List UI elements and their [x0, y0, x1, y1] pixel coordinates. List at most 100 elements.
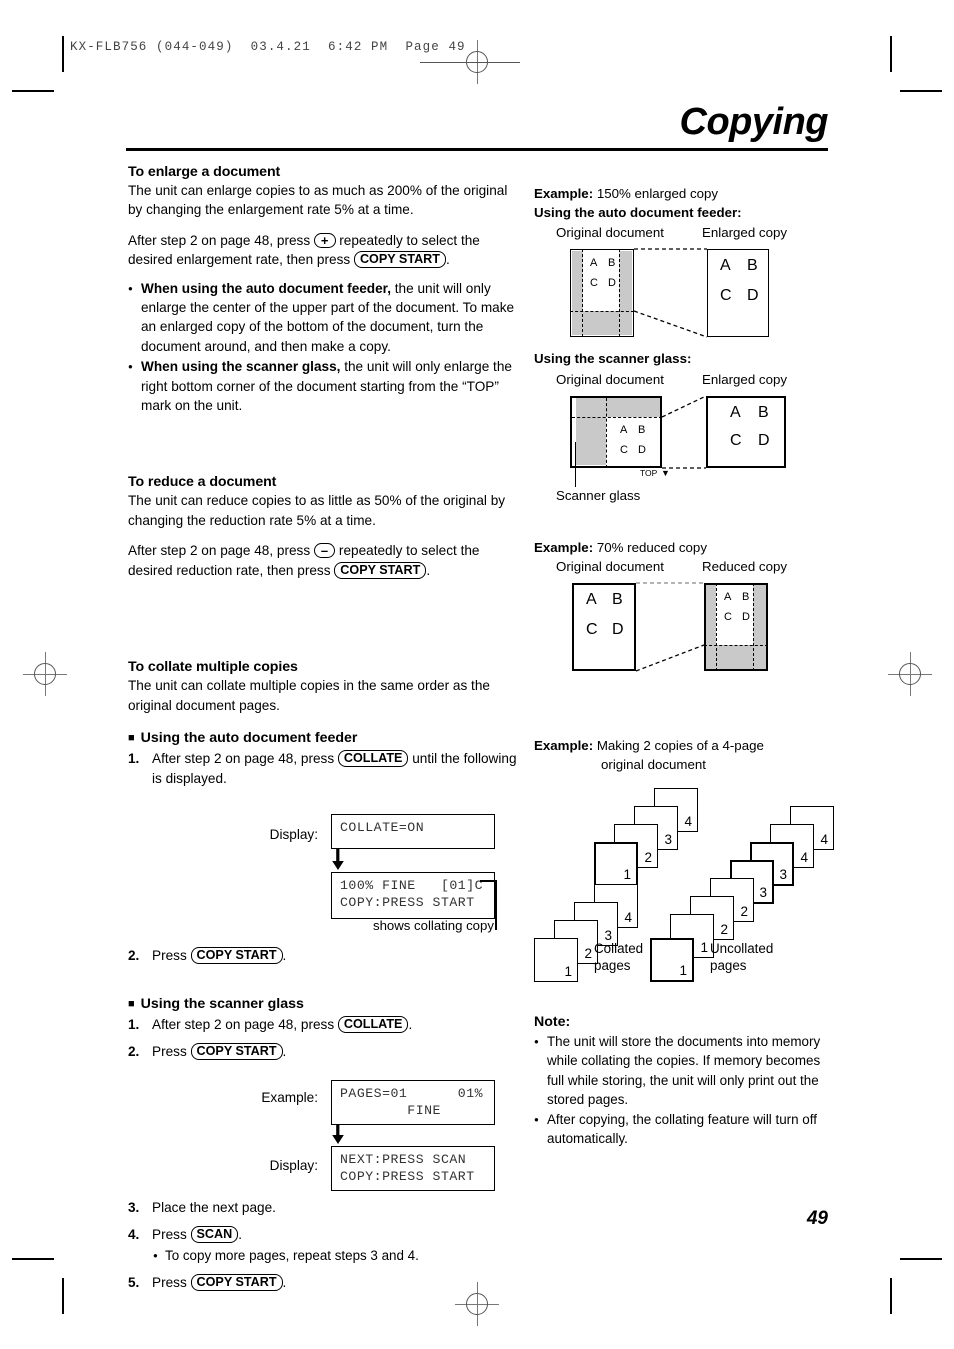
- left-column: To enlarge a document The unit can enlar…: [128, 164, 518, 1301]
- copy-start-key[interactable]: COPY START: [353, 251, 446, 269]
- crop-guide-right: [753, 583, 754, 671]
- crop-mark-bottom-right-v: [890, 1278, 892, 1314]
- plus-key[interactable]: +: [313, 232, 336, 248]
- collate-intro-text: The unit can collate multiple copies in …: [128, 678, 490, 713]
- scan-key[interactable]: SCAN: [190, 1226, 239, 1244]
- copy-letter-b: B: [747, 257, 758, 274]
- page-sheet: 1: [650, 938, 694, 982]
- lcd-screen-collate-on: COLLATE=ON: [331, 814, 495, 850]
- lcd-line-1: NEXT:PRESS SCAN: [340, 1151, 467, 1167]
- step-text-post: .: [282, 1275, 287, 1291]
- step-text: Place the next page.: [152, 1199, 276, 1215]
- lcd-screen-next-scan: NEXT:PRESS SCAN COPY:PRESS START: [331, 1145, 495, 1191]
- enlarged-copy-box: [706, 395, 786, 468]
- step-number: 1.: [128, 1016, 140, 1032]
- collate-key[interactable]: COLLATE: [337, 749, 409, 767]
- crop-mark-bottom-left-v: [62, 1278, 64, 1314]
- crop-guide-left: [716, 583, 717, 671]
- glass-heading-label: Using the scanner glass: [140, 995, 304, 1012]
- step-text-post: .: [408, 1016, 413, 1032]
- step-text-pre: Press: [152, 1227, 187, 1243]
- page-number-label: 2: [644, 850, 652, 865]
- list-item: 3. Place the next page.: [128, 1198, 518, 1218]
- step-text-post: .: [282, 948, 287, 964]
- flow-arrow-down: [331, 1124, 495, 1145]
- copy-start-key[interactable]: COPY START: [334, 561, 427, 579]
- enlarged-copy-box: [707, 249, 769, 337]
- print-bar-rule: [420, 62, 520, 63]
- copy-letter-a: A: [720, 257, 731, 274]
- copy-start-key[interactable]: COPY START: [190, 1274, 283, 1292]
- page-number-label: 1: [623, 867, 631, 882]
- enlarge-instruction-end: .: [445, 252, 450, 268]
- example-text-line1: Making 2 copies of a 4-page: [596, 738, 764, 753]
- step-number: 3.: [128, 1199, 140, 1215]
- list-item: 4. Press SCAN. To copy more pages, repea…: [128, 1225, 518, 1265]
- collate-diagram: 4 3 2 1 4 3 2 1 Collated pages 4 4 3 3 2…: [534, 788, 834, 998]
- copy-letter-c: C: [730, 431, 742, 449]
- projection-lines: [661, 394, 707, 469]
- list-item: 5. Press COPY START.: [128, 1273, 518, 1293]
- copy-letter-d: D: [747, 287, 759, 304]
- page-sheet: 1: [534, 938, 578, 982]
- copy-letter-b: B: [758, 403, 769, 421]
- page-number-label: 2: [740, 904, 748, 919]
- step-number: 2.: [128, 1044, 140, 1060]
- subsection-heading-scanner-glass: Using the scanner glass: [128, 996, 518, 1012]
- lcd-line-1: PAGES=01 01%: [340, 1085, 484, 1101]
- list-item: To copy more pages, repeat steps 3 and 4…: [152, 1247, 518, 1265]
- projection-lines: [633, 248, 708, 338]
- adf-enlarge-diagram: Original document Enlarged copy A B C D …: [534, 225, 834, 343]
- adf-step-list: 1. After step 2 on page 48, press COLLAT…: [128, 749, 518, 788]
- step-text-pre: After step 2 on page 48, press: [152, 750, 335, 766]
- list-item: 2. Press COPY START.: [128, 1042, 518, 1062]
- uncollated-label-line2: pages: [710, 958, 747, 973]
- example-text: 150% enlarged copy: [596, 186, 719, 201]
- projection-lines: [635, 582, 705, 672]
- step-text-pre: After step 2 on page 48, press: [152, 1016, 335, 1032]
- page-number: 49: [806, 1208, 828, 1229]
- reduce-intro-text: The unit can reduce copies to as little …: [128, 493, 506, 528]
- minus-key[interactable]: –: [313, 543, 336, 559]
- reduce-instruction: After step 2 on page 48, press – repeate…: [128, 541, 518, 580]
- enlarge-example-adf-heading: Using the auto document feeder:: [534, 204, 742, 220]
- bullet-bold-lead: When using the scanner glass,: [141, 359, 341, 375]
- example-label: Example:: [534, 738, 594, 753]
- copy-start-key[interactable]: COPY START: [190, 1043, 283, 1061]
- collate-key[interactable]: COLLATE: [337, 1015, 409, 1033]
- section-heading-enlarge: To enlarge a document: [128, 164, 281, 180]
- step-number: 4.: [128, 1227, 140, 1243]
- lcd-line-2: COPY:PRESS START: [340, 895, 475, 911]
- list-item: After copying, the collating feature wil…: [534, 1110, 834, 1149]
- copy-start-key[interactable]: COPY START: [190, 947, 283, 965]
- note-heading: Note:: [534, 1014, 571, 1030]
- page-title: Copying: [679, 101, 829, 143]
- lcd-line-1: 100% FINE [01]C: [340, 878, 484, 894]
- adf-heading-label: Using the auto document feeder: [140, 729, 358, 746]
- step-number: 2.: [128, 948, 140, 964]
- page-number-label: 3: [664, 832, 672, 847]
- page-number-label: 2: [720, 922, 728, 937]
- enlarge-bullet-list: When using the auto document feeder, the…: [128, 279, 518, 416]
- crop-mark-top-right-h: [900, 90, 942, 92]
- step-text-pre: Press: [152, 1044, 187, 1060]
- crop-mark-top-right-v: [890, 36, 892, 72]
- copy-letter-c: C: [724, 611, 732, 623]
- enlarge-intro-text: The unit can enlarge copies to as much a…: [128, 183, 508, 218]
- lcd-screen-pages: PAGES=01 01% FINE: [331, 1079, 495, 1125]
- copy-letter-a: A: [730, 403, 741, 421]
- bullet-bold-lead: When using the auto document feeder,: [141, 280, 391, 296]
- step-text-pre: Press: [152, 948, 187, 964]
- copy-letter-c: C: [720, 287, 732, 304]
- step-sub-list: To copy more pages, repeat steps 3 and 4…: [152, 1247, 518, 1265]
- print-bar-vertical-rule: [62, 36, 64, 72]
- glass-step-list-2: 3. Place the next page. 4. Press SCAN. T…: [128, 1198, 518, 1293]
- step-text-post: .: [282, 1044, 287, 1060]
- reduce-diagram: Original document Reduced copy A B C D A…: [534, 559, 834, 681]
- subsection-heading-adf: Using the auto document feeder: [128, 730, 518, 746]
- page-number-label: 1: [564, 964, 572, 979]
- glass-example-heading: Using the scanner glass:: [534, 351, 692, 366]
- reduce-instruction-pre: After step 2 on page 48, press: [128, 543, 311, 559]
- lcd-line-2: COPY:PRESS START: [340, 1168, 475, 1184]
- copy-letter-a: A: [724, 591, 732, 603]
